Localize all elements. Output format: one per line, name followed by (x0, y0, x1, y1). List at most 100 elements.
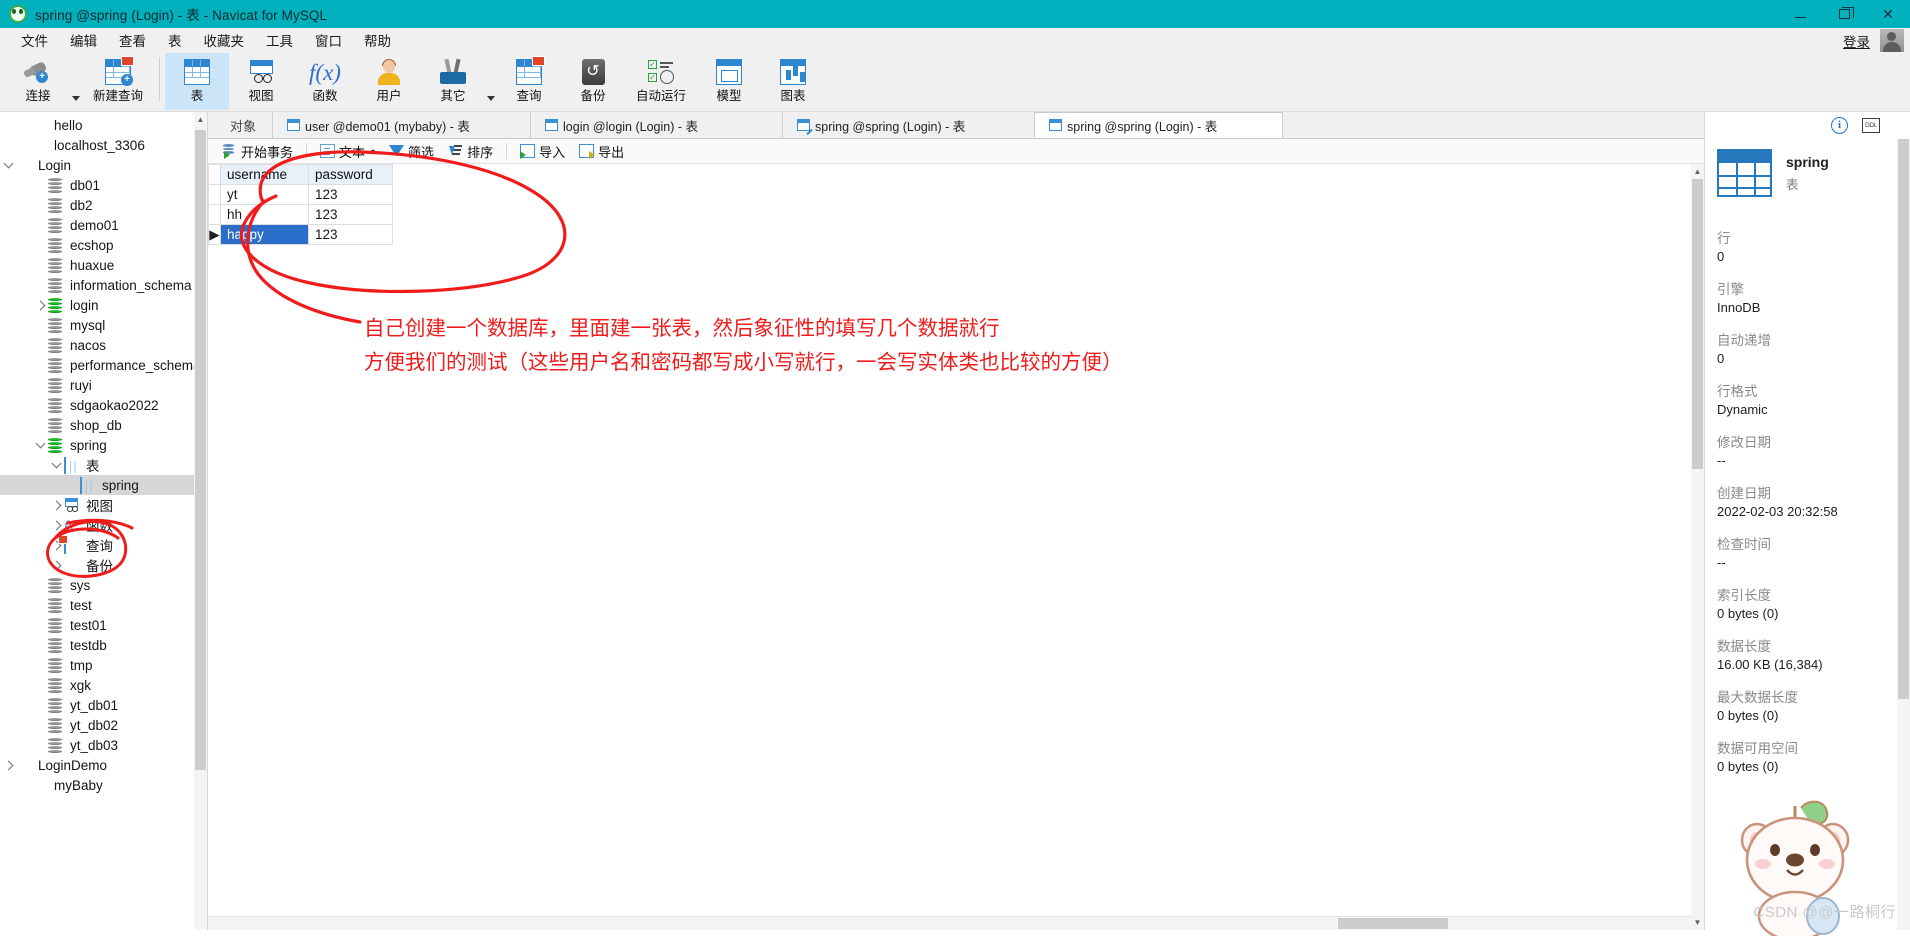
tree-item-yt_db01[interactable]: yt_db01 (0, 695, 207, 715)
tree-item-sdgaokao2022[interactable]: sdgaokao2022 (0, 395, 207, 415)
tree-item-ecshop[interactable]: ecshop (0, 235, 207, 255)
maximize-button[interactable] (1822, 0, 1866, 28)
tree-twisty[interactable] (0, 158, 16, 170)
grid-toolbar-export[interactable]: 导出 (573, 140, 630, 163)
menu-item-7[interactable]: 帮助 (353, 28, 402, 52)
toolbar-button-new-query[interactable]: + 新建查询 (82, 53, 154, 110)
grid-toolbar-filter[interactable]: 筛选 (383, 140, 440, 163)
tree-twisty[interactable] (0, 760, 16, 770)
tree-item-nacos[interactable]: nacos (0, 335, 207, 355)
tree-item-db01[interactable]: db01 (0, 175, 207, 195)
tree-twisty[interactable] (48, 520, 64, 530)
tree-item-yt_db03[interactable]: yt_db03 (0, 735, 207, 755)
object-tab-3[interactable]: spring @spring (Login) - 表 (1034, 112, 1283, 138)
grid-hscroll-thumb[interactable] (1338, 918, 1448, 929)
cell-password[interactable]: 123 (308, 204, 393, 225)
toolbar-button-model[interactable]: 模型 (697, 53, 761, 110)
tree-twisty[interactable] (32, 300, 48, 310)
cell-password[interactable]: 123 (308, 224, 393, 245)
tree-item-db2[interactable]: db2 (0, 195, 207, 215)
toolbar-button-table[interactable]: 表 (165, 53, 229, 110)
tree-item-login[interactable]: login (0, 295, 207, 315)
grid-toolbar-import[interactable]: 导入 (514, 140, 571, 163)
minimize-button[interactable] (1778, 0, 1822, 28)
toolbar-button-function-fx[interactable]: f(x) 函数 (293, 53, 357, 110)
tree-item-logindemo[interactable]: LoginDemo (0, 755, 207, 775)
cell-username[interactable]: hh (220, 204, 309, 225)
menu-item-4[interactable]: 收藏夹 (193, 28, 256, 52)
toolbar-button-view[interactable]: 视图 (229, 53, 293, 110)
toolbar-button-backup[interactable]: 备份 (561, 53, 625, 110)
grid-vertical-scrollbar[interactable]: ▲ ▼ (1691, 164, 1704, 930)
tree-item-xgk[interactable]: xgk (0, 675, 207, 695)
toolbar-button-user[interactable]: 用户 (357, 53, 421, 110)
grid-toolbar-text[interactable]: 文本 ▾ (314, 140, 381, 163)
tree-item-yt_db02[interactable]: yt_db02 (0, 715, 207, 735)
row-marker[interactable] (208, 204, 221, 225)
object-tab-2[interactable]: spring @spring (Login) - 表 (782, 112, 1035, 138)
tree-item-huaxue[interactable]: huaxue (0, 255, 207, 275)
column-header-username[interactable]: username (220, 164, 309, 185)
tree-item-shop_db[interactable]: shop_db (0, 415, 207, 435)
tree-item-test01[interactable]: test01 (0, 615, 207, 635)
info-panel-scrollbar[interactable] (1897, 139, 1910, 930)
cell-username[interactable]: yt (220, 184, 309, 205)
info-icon[interactable]: i (1831, 117, 1848, 134)
tree-item-spring[interactable]: spring (0, 435, 207, 455)
close-button[interactable]: ✕ (1866, 0, 1910, 28)
tree-item-testdb[interactable]: testdb (0, 635, 207, 655)
scroll-up-arrow[interactable]: ▲ (194, 112, 207, 127)
tree-item-tmp[interactable]: tmp (0, 655, 207, 675)
tree-item-localhost_3306[interactable]: localhost_3306 (0, 135, 207, 155)
tree-twisty[interactable] (48, 458, 64, 470)
cell-password[interactable]: 123 (308, 184, 393, 205)
tree-item-login[interactable]: Login (0, 155, 207, 175)
chevron-down-icon[interactable]: ▾ (371, 147, 375, 156)
cell-username[interactable]: happy (220, 224, 309, 245)
grid-scroll-up-arrow[interactable]: ▲ (1691, 164, 1704, 179)
table-row[interactable]: ▶ happy 123 (208, 224, 393, 245)
tree-twisty[interactable] (48, 500, 64, 510)
tree-item-ruyi[interactable]: ruyi (0, 375, 207, 395)
menu-item-5[interactable]: 工具 (255, 28, 304, 52)
chevron-down-icon[interactable] (487, 95, 495, 101)
column-header-password[interactable]: password (308, 164, 393, 185)
tree-item-information_schema[interactable]: information_schema (0, 275, 207, 295)
toolbar-button-connection-plug[interactable]: + 连接 (6, 53, 70, 110)
tree-twisty[interactable] (48, 560, 64, 570)
grid-toolbar-sort[interactable]: 排序 (442, 140, 499, 163)
menu-item-2[interactable]: 查看 (108, 28, 157, 52)
tree-item-sys[interactable]: sys (0, 575, 207, 595)
tree-item-函数[interactable]: fx 函数 (0, 515, 207, 535)
data-grid[interactable]: username password yt 123 hh 123 ▶ happy 123 (208, 164, 393, 245)
tree-item-mybaby[interactable]: myBaby (0, 775, 207, 795)
menu-item-0[interactable]: 文件 (10, 28, 59, 52)
toolbar-button-query[interactable]: 查询 (497, 53, 561, 110)
tree-item-视图[interactable]: 视图 (0, 495, 207, 515)
object-tab-0[interactable]: user @demo01 (mybaby) - 表 (272, 112, 531, 138)
table-row[interactable]: yt 123 (208, 184, 393, 205)
tree-item-mysql[interactable]: mysql (0, 315, 207, 335)
row-marker[interactable]: ▶ (208, 224, 221, 245)
sidebar-scrollbar[interactable]: ▲ (194, 112, 207, 930)
table-row[interactable]: hh 123 (208, 204, 393, 225)
menu-item-6[interactable]: 窗口 (304, 28, 353, 52)
tree-item-hello[interactable]: hello (0, 115, 207, 135)
login-link[interactable]: 登录 (1843, 31, 1874, 51)
info-scroll-thumb[interactable] (1898, 139, 1909, 699)
avatar[interactable] (1880, 29, 1904, 52)
grid-toolbar-begin-transaction[interactable]: 开始事务 (216, 140, 299, 163)
object-tab-1[interactable]: login @login (Login) - 表 (530, 112, 783, 138)
toolbar-button-automation[interactable]: ✓ ✓ 自动运行 (625, 53, 697, 110)
tree-item-spring[interactable]: spring (0, 475, 207, 495)
tree-item-performance_schema[interactable]: performance_schema (0, 355, 207, 375)
grid-horizontal-scrollbar[interactable] (208, 916, 1691, 930)
menu-item-3[interactable]: 表 (157, 28, 193, 52)
toolbar-button-chart[interactable]: 图表 (761, 53, 825, 110)
chevron-down-icon[interactable] (72, 95, 80, 101)
grid-scroll-thumb[interactable] (1692, 179, 1703, 469)
tree-item-表[interactable]: 表 (0, 455, 207, 475)
tree-item-test[interactable]: test (0, 595, 207, 615)
grid-scroll-down-arrow[interactable]: ▼ (1691, 915, 1704, 930)
menu-item-1[interactable]: 编辑 (59, 28, 108, 52)
